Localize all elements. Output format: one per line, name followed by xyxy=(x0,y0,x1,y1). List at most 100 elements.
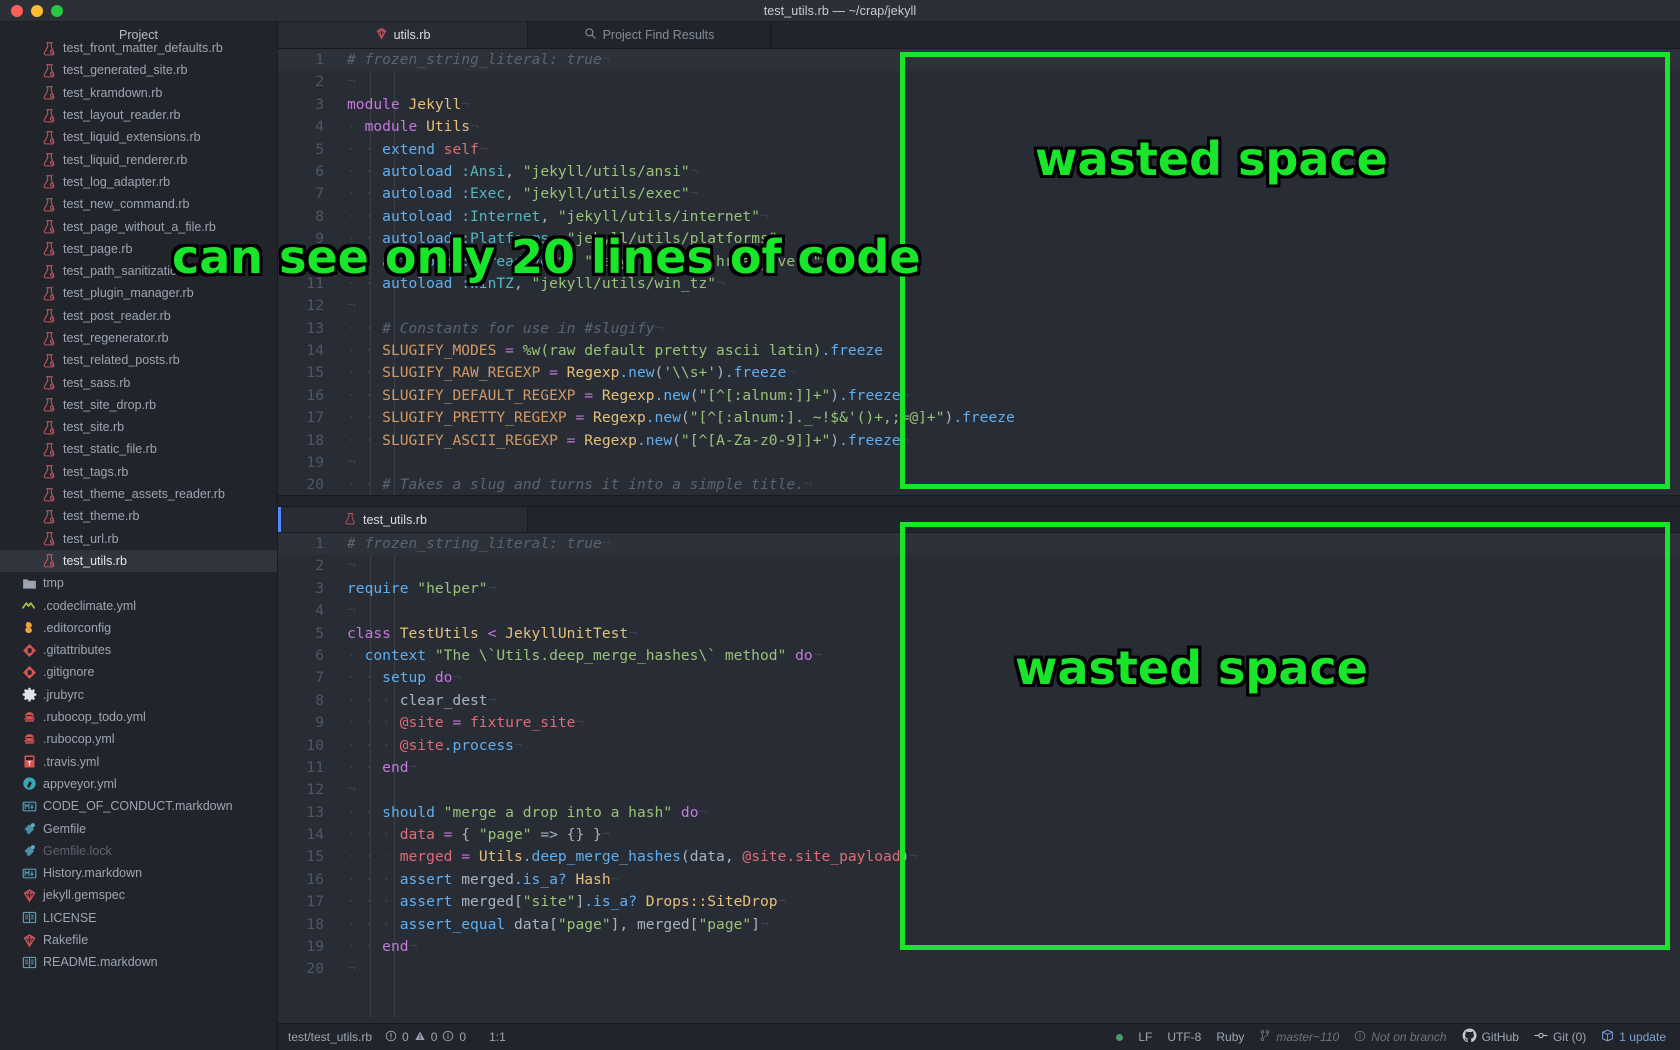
code-line[interactable]: 10 · · autoload :ThreadEvent, "jekyll/uti… xyxy=(278,251,1680,273)
code-line[interactable]: 9 · · autoload :Platforms, "jekyll/utils/… xyxy=(278,228,1680,250)
file-tree-item[interactable]: test_page_without_a_file.rb xyxy=(0,215,277,237)
code-line[interactable]: 1 # frozen_string_literal: true¬ xyxy=(278,49,1680,72)
code-line[interactable]: 16 · · · assert merged.is_a? Hash¬ xyxy=(278,869,1680,891)
project-sidebar[interactable]: Project test_front_matter_defaults.rb tes… xyxy=(0,22,278,1050)
file-tree-item[interactable]: test_site_drop.rb xyxy=(0,394,277,416)
code-line[interactable]: 16 · · SLUGIFY_DEFAULT_REGEXP = Regexp.ne… xyxy=(278,385,1680,407)
code-line[interactable]: 6 · · autoload :Ansi, "jekyll/utils/ansi"… xyxy=(278,161,1680,183)
status-line-ending[interactable]: LF xyxy=(1138,1030,1152,1044)
file-tree-item[interactable]: test_log_adapter.rb xyxy=(0,171,277,193)
code-line[interactable]: 15 · · · merged = Utils.deep_merge_hashes… xyxy=(278,846,1680,868)
code-line[interactable]: 1 # frozen_string_literal: true¬ xyxy=(278,533,1680,556)
file-tree-item[interactable]: test_new_command.rb xyxy=(0,193,277,215)
code-line[interactable]: 4 · module Utils¬ xyxy=(278,116,1680,138)
file-tree-item[interactable]: .travis.yml xyxy=(0,751,277,773)
file-tree-item[interactable]: Gemfile.lock xyxy=(0,840,277,862)
file-tree-item[interactable]: jekyll.gemspec xyxy=(0,884,277,906)
code-line[interactable]: 18 · · · assert_equal data["page"], merge… xyxy=(278,914,1680,936)
status-grammar[interactable]: Ruby xyxy=(1216,1030,1244,1044)
file-tree-item[interactable]: test_generated_site.rb xyxy=(0,59,277,81)
file-tree-item[interactable]: test_liquid_extensions.rb xyxy=(0,126,277,148)
tab-utils-rb[interactable]: utils.rb xyxy=(278,22,528,48)
code-line[interactable]: 7 · · setup do¬ xyxy=(278,667,1680,689)
code-line[interactable]: 18 · · SLUGIFY_ASCII_REGEXP = Regexp.new(… xyxy=(278,430,1680,452)
code-line[interactable]: 17 · · SLUGIFY_PRETTY_REGEXP = Regexp.new… xyxy=(278,407,1680,429)
code-line[interactable]: 5 class TestUtils < JekyllUnitTest¬ xyxy=(278,623,1680,645)
file-tree-item[interactable]: History.markdown xyxy=(0,862,277,884)
code-line[interactable]: 7 · · autoload :Exec, "jekyll/utils/exec"… xyxy=(278,183,1680,205)
status-updates[interactable]: 1 update xyxy=(1601,1029,1666,1045)
code-line[interactable]: 2 ¬ xyxy=(278,71,1680,93)
code-line[interactable]: 9 · · · @site = fixture_site¬ xyxy=(278,712,1680,734)
status-cursor-position[interactable]: 1:1 xyxy=(489,1030,506,1044)
file-tree-item[interactable]: test_post_reader.rb xyxy=(0,305,277,327)
file-tree-item[interactable]: test_page.rb xyxy=(0,238,277,260)
file-tree-item[interactable]: LICENSE xyxy=(0,907,277,929)
file-tree-item[interactable]: test_front_matter_defaults.rb xyxy=(0,37,277,59)
file-tree-item[interactable]: test_site.rb xyxy=(0,416,277,438)
code-line[interactable]: 12 ¬ xyxy=(278,295,1680,317)
code-content-bottom[interactable]: 1 # frozen_string_literal: true¬ 2 ¬ 3 requir… xyxy=(278,533,1680,981)
file-tree-item[interactable]: test_liquid_renderer.rb xyxy=(0,148,277,170)
code-line[interactable]: 17 · · · assert merged["site"].is_a? Drop… xyxy=(278,891,1680,913)
code-line[interactable]: 14 · · SLUGIFY_MODES = %w(raw default pre… xyxy=(278,340,1680,362)
tab-project-find-results[interactable]: Project Find Results xyxy=(528,22,771,48)
code-line[interactable]: 20 ¬ xyxy=(278,958,1680,980)
file-tree-item[interactable]: .gitattributes xyxy=(0,639,277,661)
code-line[interactable]: 15 · · SLUGIFY_RAW_REGEXP = Regexp.new('\… xyxy=(278,362,1680,384)
code-line[interactable]: 14 · · · data = { "page" => {} }¬ xyxy=(278,824,1680,846)
status-branch-state[interactable]: Not on branch xyxy=(1354,1030,1447,1045)
code-line[interactable]: 13 · · should "merge a drop into a hash" … xyxy=(278,802,1680,824)
code-line[interactable]: 4 ¬ xyxy=(278,600,1680,622)
code-line[interactable]: 20 · · # Takes a slug and turns it into a… xyxy=(278,474,1680,495)
code-line[interactable]: 3 module Jekyll¬ xyxy=(278,94,1680,116)
file-tree-item[interactable]: .editorconfig xyxy=(0,617,277,639)
file-tree-item[interactable]: .rubocop.yml xyxy=(0,728,277,750)
file-tree-item[interactable]: CODE_OF_CONDUCT.markdown xyxy=(0,795,277,817)
file-tree-item[interactable]: test_plugin_manager.rb xyxy=(0,282,277,304)
code-line[interactable]: 10 · · · @site.process¬ xyxy=(278,735,1680,757)
status-github[interactable]: GitHub xyxy=(1462,1028,1519,1046)
status-branch[interactable]: master~110 xyxy=(1259,1029,1339,1045)
code-line[interactable]: 11 · · autoload :WinTZ, "jekyll/utils/win… xyxy=(278,273,1680,295)
file-tree-item[interactable]: Rakefile xyxy=(0,929,277,951)
file-tree-item[interactable]: .jrubyrc xyxy=(0,684,277,706)
code-line[interactable]: 12 ¬ xyxy=(278,779,1680,801)
editor-pane-bottom[interactable]: test_utils.rb 1 # frozen_string_literal: … xyxy=(278,507,1680,1018)
file-tree-item[interactable]: test_layout_reader.rb xyxy=(0,104,277,126)
status-bar[interactable]: test/test_utils.rb 0 0 0 1:1 LF UTF-8 Ru… xyxy=(278,1023,1680,1050)
code-line[interactable]: 6 · context "The \`Utils.deep_merge_hashe… xyxy=(278,645,1680,667)
code-line[interactable]: 13 · · # Constants for use in #slugify¬ xyxy=(278,318,1680,340)
file-tree-item[interactable]: test_kramdown.rb xyxy=(0,82,277,104)
file-tree-item[interactable]: .codeclimate.yml xyxy=(0,594,277,616)
file-tree-item[interactable]: README.markdown xyxy=(0,951,277,973)
code-line[interactable]: 11 · · end¬ xyxy=(278,757,1680,779)
code-line[interactable]: 19 ¬ xyxy=(278,452,1680,474)
file-tree-item[interactable]: test_static_file.rb xyxy=(0,438,277,460)
file-tree-item[interactable]: .gitignore xyxy=(0,661,277,683)
tab-test-utils-rb[interactable]: test_utils.rb xyxy=(278,507,528,532)
file-tree-item[interactable]: test_tags.rb xyxy=(0,461,277,483)
status-file-path[interactable]: test/test_utils.rb xyxy=(288,1030,372,1044)
editor-pane-top[interactable]: 1 # frozen_string_literal: true¬ 2 ¬ 3 module… xyxy=(278,49,1680,495)
file-tree-item[interactable]: test_sass.rb xyxy=(0,371,277,393)
status-git[interactable]: Git (0) xyxy=(1534,1029,1586,1045)
code-line[interactable]: 3 require "helper"¬ xyxy=(278,578,1680,600)
code-line[interactable]: 8 · · autoload :Internet, "jekyll/utils/i… xyxy=(278,206,1680,228)
file-tree-item[interactable]: test_related_posts.rb xyxy=(0,349,277,371)
file-tree-item[interactable]: test_path_sanitization.rb xyxy=(0,260,277,282)
file-tree-item[interactable]: test_theme.rb xyxy=(0,505,277,527)
file-tree[interactable]: test_front_matter_defaults.rb test_genera… xyxy=(0,37,277,973)
file-tree-item[interactable]: ›tmp xyxy=(0,572,277,594)
pane-divider[interactable] xyxy=(278,495,1680,507)
code-line[interactable]: 5 · · extend self¬ xyxy=(278,139,1680,161)
file-tree-item[interactable]: test_theme_assets_reader.rb xyxy=(0,483,277,505)
status-diagnostics[interactable]: 0 0 0 xyxy=(385,1030,466,1045)
file-tree-item[interactable]: test_utils.rb xyxy=(0,549,277,573)
pane-tab-bar-bottom[interactable]: test_utils.rb xyxy=(278,507,1680,533)
file-tree-item[interactable]: Gemfile xyxy=(0,817,277,839)
code-line[interactable]: 19 · · end¬ xyxy=(278,936,1680,958)
tab-bar[interactable]: utils.rb Project Find Results xyxy=(278,22,1680,49)
code-content-top[interactable]: 1 # frozen_string_literal: true¬ 2 ¬ 3 module… xyxy=(278,49,1680,495)
code-line[interactable]: 2 ¬ xyxy=(278,555,1680,577)
